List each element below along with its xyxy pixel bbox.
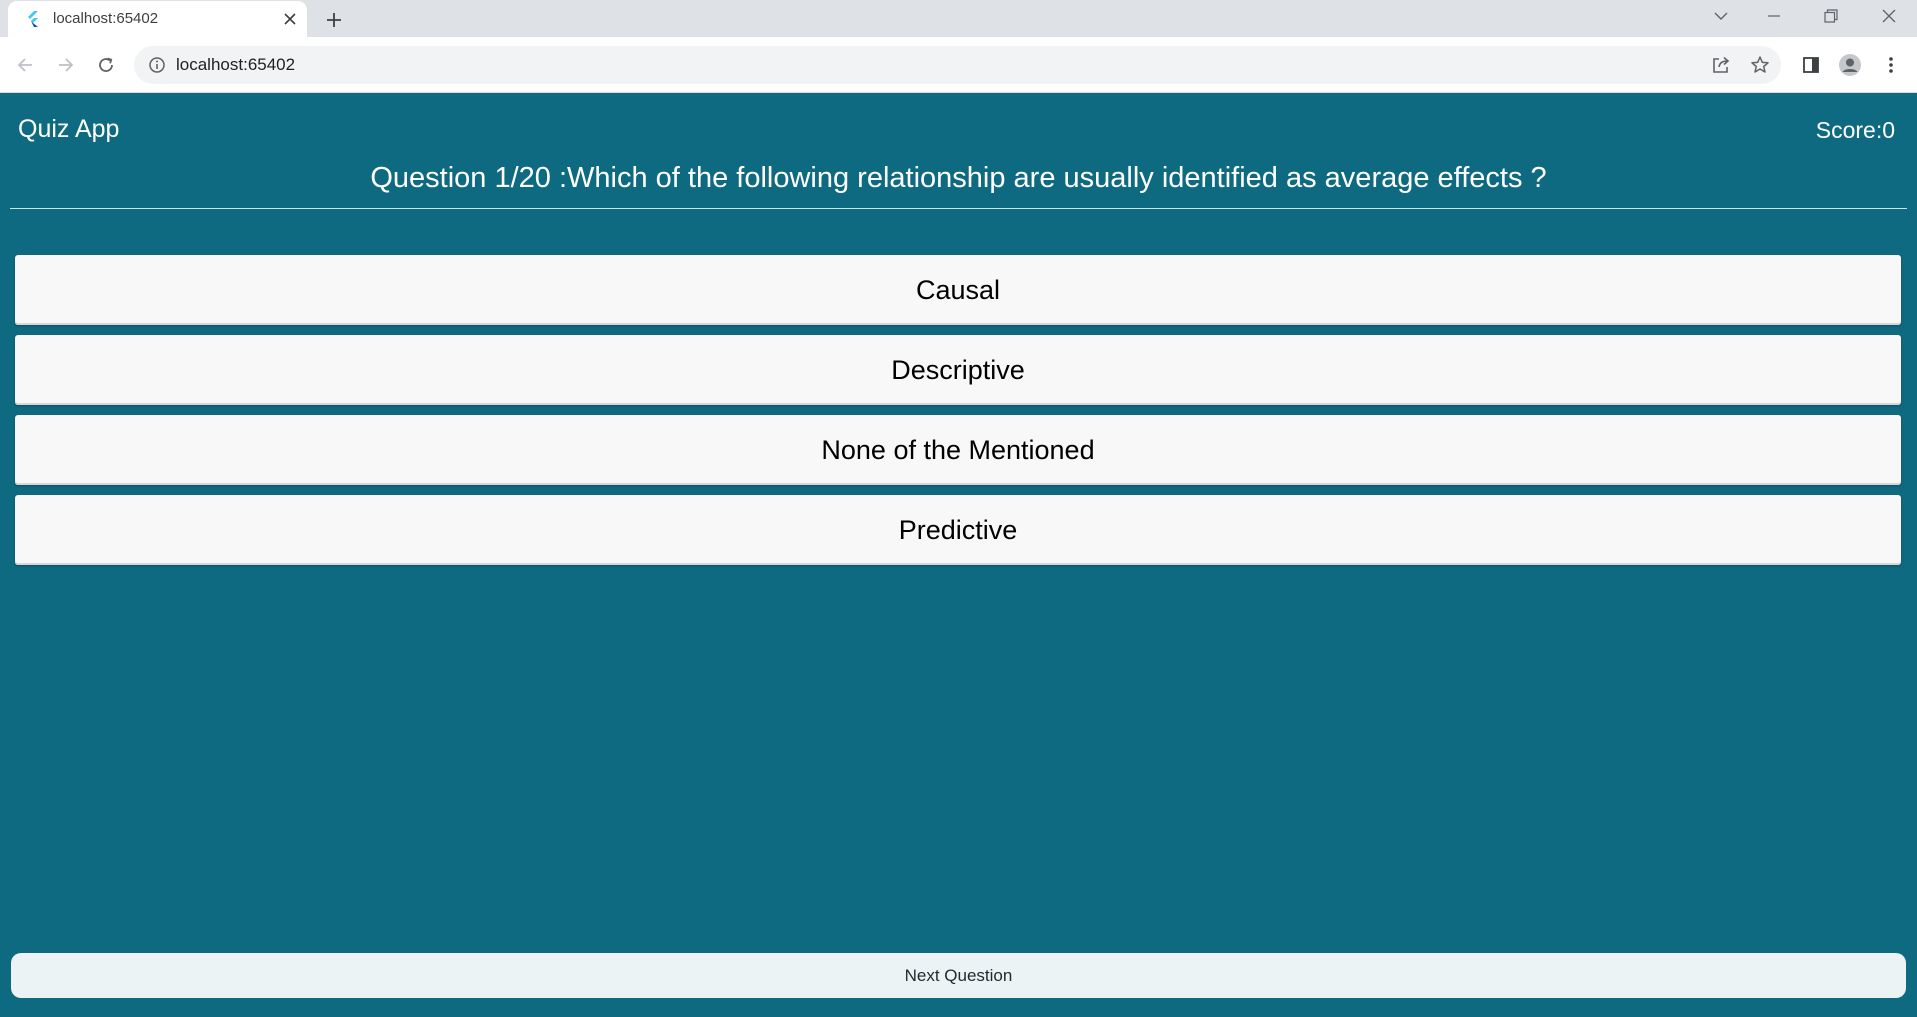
tab-search-chevron-icon[interactable] xyxy=(1698,0,1744,32)
address-bar[interactable]: localhost:65402 xyxy=(134,46,1781,84)
new-tab-icon[interactable] xyxy=(320,6,348,34)
forward-arrow-icon[interactable] xyxy=(51,50,81,80)
kebab-menu-icon[interactable] xyxy=(1876,50,1906,80)
share-icon[interactable] xyxy=(1711,55,1731,75)
answer-option-label: Predictive xyxy=(898,514,1018,545)
browser-tab[interactable]: localhost:65402 xyxy=(8,1,307,37)
question-text: Question 1/20 :Which of the following re… xyxy=(370,162,1547,194)
app-title: Quiz App xyxy=(18,115,120,143)
answer-option-label: Descriptive xyxy=(891,354,1025,385)
answer-options: Causal Descriptive None of the Mentioned… xyxy=(15,255,1901,575)
answer-option-label: Causal xyxy=(915,274,1001,305)
score-label: Score:0 xyxy=(1815,117,1895,143)
answer-option-descriptive[interactable]: Descriptive xyxy=(15,335,1901,405)
tab-title: localhost:65402 xyxy=(53,10,159,27)
browser-toolbar: localhost:65402 xyxy=(0,37,1917,93)
close-window-icon[interactable] xyxy=(1866,0,1912,32)
address-url: localhost:65402 xyxy=(176,55,296,74)
answer-option-predictive[interactable]: Predictive xyxy=(15,495,1901,565)
minimize-icon[interactable] xyxy=(1751,0,1797,32)
bookmark-star-icon[interactable] xyxy=(1750,55,1770,75)
restore-icon[interactable] xyxy=(1808,0,1854,32)
question-divider xyxy=(10,208,1907,209)
answer-option-label: None of the Mentioned xyxy=(821,434,1095,465)
back-arrow-icon[interactable] xyxy=(10,50,40,80)
close-tab-icon[interactable] xyxy=(280,9,300,29)
side-panel-icon[interactable] xyxy=(1796,50,1826,80)
reload-icon[interactable] xyxy=(91,50,121,80)
answer-option-causal[interactable]: Causal xyxy=(15,255,1901,325)
profile-avatar-icon[interactable] xyxy=(1835,50,1865,80)
quiz-app: Quiz App Score:0 Question 1/20 :Which of… xyxy=(0,93,1917,1017)
answer-option-none-of-the-mentioned[interactable]: None of the Mentioned xyxy=(15,415,1901,485)
browser-tabstrip: localhost:65402 xyxy=(0,0,1917,37)
next-question-button[interactable]: Next Question xyxy=(11,953,1906,998)
site-info-icon[interactable] xyxy=(148,56,166,74)
flutter-icon xyxy=(24,10,42,28)
next-question-label: Next Question xyxy=(904,965,1013,985)
